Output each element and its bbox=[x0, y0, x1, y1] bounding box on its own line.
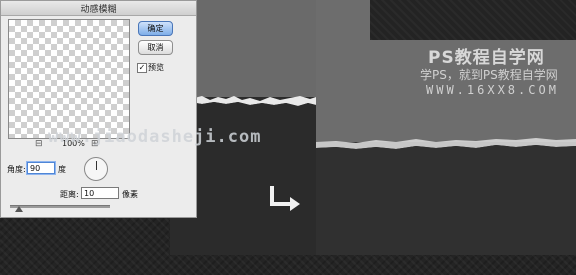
cancel-button[interactable]: 取消 bbox=[138, 40, 173, 55]
angle-input[interactable]: 90 bbox=[27, 162, 55, 174]
checkmark-icon: ✓ bbox=[138, 63, 146, 72]
preview-window[interactable] bbox=[8, 19, 130, 139]
torn-edge-after bbox=[316, 138, 576, 155]
dark-strip bbox=[370, 0, 576, 40]
zoom-out-icon[interactable]: ⊟ bbox=[35, 139, 43, 149]
distance-unit: 像素 bbox=[122, 190, 138, 199]
ok-button[interactable]: 确定 bbox=[138, 21, 173, 36]
dialog-title: 动感模糊 bbox=[80, 5, 117, 15]
watermark-url: WWW.16XX8.COM bbox=[426, 83, 559, 97]
watermark-title: PS教程自学网 bbox=[428, 48, 545, 68]
angle-label: 角度: bbox=[7, 165, 26, 174]
distance-label: 距离: bbox=[60, 190, 79, 199]
dialog-titlebar[interactable]: 动感模糊 bbox=[1, 1, 196, 16]
angle-unit: 度 bbox=[58, 165, 66, 174]
slider-thumb-icon[interactable] bbox=[15, 206, 23, 212]
turn-right-arrow-icon bbox=[270, 186, 300, 211]
watermark-subtitle: 学PS，就到PS教程自学网 bbox=[420, 68, 558, 82]
overlay-url: www.jiaodasheji.com bbox=[48, 127, 262, 147]
motion-blur-dialog: 动感模糊 确定 取消 ✓ 预览 ⊟ 100% ⊞ 角度: 90 度 距离: 10… bbox=[0, 0, 197, 218]
distance-slider[interactable] bbox=[10, 205, 110, 208]
preview-checkbox[interactable]: ✓ bbox=[137, 63, 147, 73]
angle-dial-icon[interactable] bbox=[84, 157, 108, 181]
distance-input[interactable]: 10 bbox=[81, 187, 119, 199]
preview-label: 预览 bbox=[148, 63, 164, 72]
